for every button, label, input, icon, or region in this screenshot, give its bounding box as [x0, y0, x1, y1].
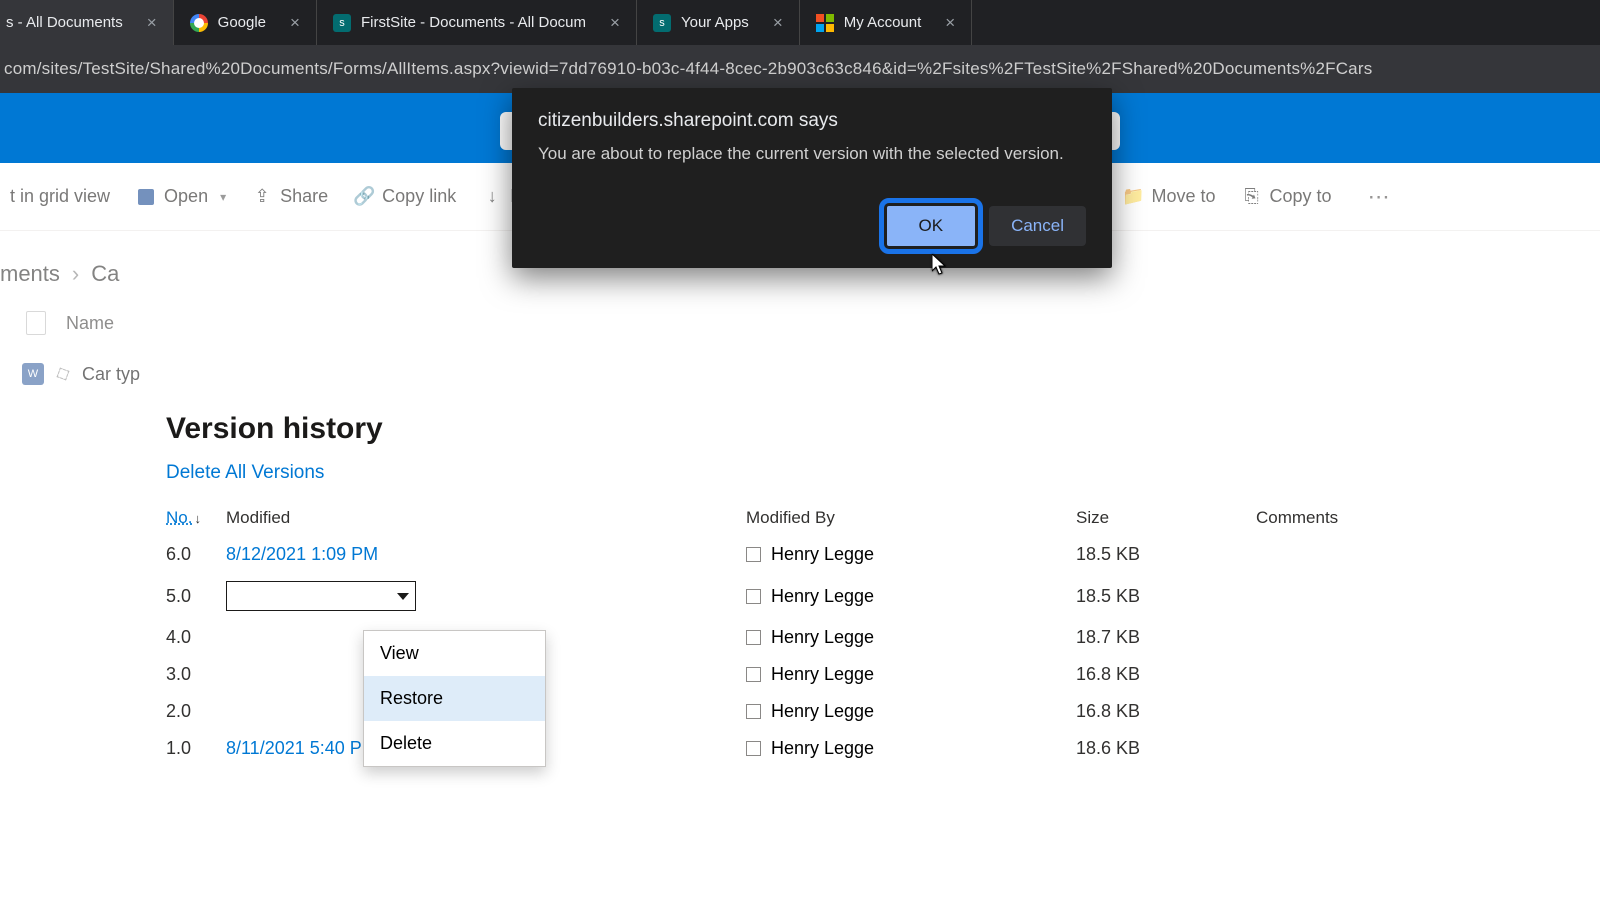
- file-name: Car typ: [82, 364, 140, 385]
- version-author: Henry Legge: [771, 664, 874, 685]
- tab-title: My Account: [844, 14, 922, 31]
- file-type-column-icon: [26, 311, 46, 335]
- presence-icon: [746, 589, 761, 604]
- version-size: 16.8 KB: [1076, 701, 1256, 722]
- version-author: Henry Legge: [771, 627, 874, 648]
- shortcut-badge-icon: [57, 368, 70, 381]
- chevron-right-icon: ›: [72, 261, 79, 287]
- version-modified-link[interactable]: 8/12/2021 1:09 PM: [226, 544, 746, 565]
- presence-icon: [746, 741, 761, 756]
- version-row: 6.0 8/12/2021 1:09 PM Henry Legge 18.5 K…: [148, 536, 1580, 573]
- context-view-item[interactable]: View: [364, 631, 545, 676]
- browser-tab[interactable]: Google ×: [174, 0, 317, 45]
- browser-tab-strip: s - All Documents × Google × s FirstSite…: [0, 0, 1600, 45]
- version-context-menu: View Restore Delete: [363, 630, 546, 767]
- version-size: 18.5 KB: [1076, 586, 1256, 607]
- move-to-button[interactable]: 📁 Move to: [1123, 186, 1215, 207]
- presence-icon: [746, 667, 761, 682]
- delete-all-versions-link[interactable]: Delete All Versions: [166, 462, 324, 483]
- mouse-cursor-icon: [932, 254, 948, 276]
- move-icon: 📁: [1123, 187, 1143, 207]
- presence-icon: [746, 547, 761, 562]
- version-number: 6.0: [166, 544, 226, 565]
- browser-tab[interactable]: s Your Apps ×: [637, 0, 800, 45]
- tab-title: s - All Documents: [6, 14, 123, 31]
- share-button[interactable]: ⇪ Share: [252, 186, 328, 207]
- version-modified-dropdown[interactable]: [226, 581, 746, 611]
- modified-by-column-header[interactable]: Modified By: [746, 508, 1076, 528]
- size-column-header[interactable]: Size: [1076, 508, 1256, 528]
- sharepoint-favicon-icon: s: [333, 14, 351, 32]
- microsoft-favicon-icon: [816, 14, 834, 32]
- breadcrumb-current: Ca: [91, 261, 119, 287]
- close-icon[interactable]: ×: [290, 13, 300, 33]
- word-document-icon: W: [22, 363, 44, 385]
- tab-title: Your Apps: [681, 14, 749, 31]
- sharepoint-favicon-icon: s: [653, 14, 671, 32]
- version-number: 5.0: [166, 586, 226, 607]
- ok-button[interactable]: OK: [887, 206, 976, 246]
- url-text: com/sites/TestSite/Shared%20Documents/Fo…: [4, 59, 1372, 79]
- more-actions-button[interactable]: ⋯: [1358, 184, 1390, 210]
- name-column-header[interactable]: Name: [66, 313, 114, 334]
- edit-grid-view-button[interactable]: t in grid view: [10, 186, 110, 207]
- version-author: Henry Legge: [771, 738, 874, 759]
- version-size: 18.7 KB: [1076, 627, 1256, 648]
- browser-tab[interactable]: s FirstSite - Documents - All Docum ×: [317, 0, 637, 45]
- copy-to-button[interactable]: ⎘ Copy to: [1242, 186, 1332, 207]
- close-icon[interactable]: ×: [147, 13, 157, 33]
- browser-tab[interactable]: My Account ×: [800, 0, 972, 45]
- tab-title: Google: [218, 14, 266, 31]
- version-author: Henry Legge: [771, 701, 874, 722]
- version-number: 2.0: [166, 701, 226, 722]
- version-author: Henry Legge: [771, 586, 874, 607]
- word-icon: [136, 187, 156, 207]
- version-number: 4.0: [166, 627, 226, 648]
- version-size: 18.5 KB: [1076, 544, 1256, 565]
- panel-title: Version history: [148, 400, 1580, 462]
- context-delete-item[interactable]: Delete: [364, 721, 545, 766]
- version-number: 1.0: [166, 738, 226, 759]
- link-icon: 🔗: [354, 187, 374, 207]
- close-icon[interactable]: ×: [945, 13, 955, 33]
- sort-desc-icon: ↓: [194, 511, 201, 526]
- presence-icon: [746, 704, 761, 719]
- version-table-header: No.↓ Modified Modified By Size Comments: [148, 498, 1580, 536]
- no-column-header[interactable]: No.: [166, 508, 192, 527]
- copy-icon: ⎘: [1242, 187, 1262, 207]
- google-favicon-icon: [190, 14, 208, 32]
- comments-column-header[interactable]: Comments: [1256, 508, 1562, 528]
- close-icon[interactable]: ×: [773, 13, 783, 33]
- chevron-down-icon: ▾: [220, 190, 226, 204]
- version-row: 5.0 Henry Legge 18.5 KB: [148, 573, 1580, 619]
- version-author: Henry Legge: [771, 544, 874, 565]
- dialog-title: citizenbuilders.sharepoint.com says: [538, 110, 1086, 132]
- version-number: 3.0: [166, 664, 226, 685]
- caret-down-icon: [397, 593, 409, 600]
- document-row[interactable]: W Car typ: [0, 345, 1600, 385]
- share-icon: ⇪: [252, 187, 272, 207]
- presence-icon: [746, 630, 761, 645]
- column-header-row: Name: [0, 297, 1600, 345]
- download-icon: ↓: [482, 187, 502, 207]
- close-icon[interactable]: ×: [610, 13, 620, 33]
- context-restore-item[interactable]: Restore: [364, 676, 545, 721]
- modified-column-header[interactable]: Modified: [226, 508, 746, 528]
- cancel-button[interactable]: Cancel: [989, 206, 1086, 246]
- version-size: 16.8 KB: [1076, 664, 1256, 685]
- copy-link-button[interactable]: 🔗 Copy link: [354, 186, 456, 207]
- version-size: 18.6 KB: [1076, 738, 1256, 759]
- address-bar[interactable]: com/sites/TestSite/Shared%20Documents/Fo…: [0, 45, 1600, 93]
- dialog-message: You are about to replace the current ver…: [538, 144, 1086, 164]
- tab-title: FirstSite - Documents - All Docum: [361, 14, 586, 31]
- open-button[interactable]: Open ▾: [136, 186, 226, 207]
- browser-tab[interactable]: s - All Documents ×: [0, 0, 174, 45]
- breadcrumb-parent[interactable]: ments: [0, 261, 60, 287]
- confirm-dialog: citizenbuilders.sharepoint.com says You …: [512, 88, 1112, 268]
